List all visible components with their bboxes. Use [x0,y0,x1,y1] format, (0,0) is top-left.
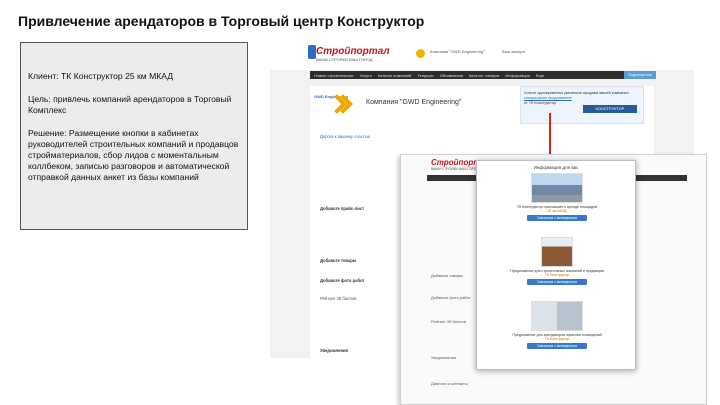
slide-title: Привлечение арендаторов в Торговый центр… [18,13,425,29]
site-logo-text: Стройпортал [316,46,390,57]
company-header: GWD Engineering Компания "GWD Engineerin… [310,86,510,124]
header-company[interactable]: Компания "GWD Engineering" [430,49,485,54]
logo-mark-icon [308,45,316,59]
office-image [531,301,583,331]
info-modal: Информация для вас ТК Конструктор пригла… [476,160,636,370]
ad-line: от ТК Конструктор [524,101,557,105]
mail-icon[interactable] [416,49,425,58]
offer-card: ТК Конструктор приглашает к аренде площа… [485,173,629,221]
mall-building-image [531,173,583,203]
photos-link[interactable]: Добавьте фото работ [320,278,365,283]
nav-item[interactable]: Каталог товаров [469,73,500,78]
site-header: Стройпортал ВАШИ СТРОЙКИ ВАШ ГОРОД Компа… [270,40,694,70]
client-text: Клиент: ТК Конструктор 25 км МКАД [28,71,174,81]
contact-manager-button[interactable]: Связаться с менеджером [527,215,587,221]
nav-item[interactable]: Тендеры [417,73,433,78]
pricelist-link[interactable]: Добавьте прайс-лист [320,206,364,211]
modal-title: Информация для вас [533,165,579,170]
nav-item[interactable]: Информация [505,73,530,78]
front-line[interactable]: Добавьте товары [431,273,463,278]
goods-link[interactable]: Добавьте товары [320,258,356,263]
nav-item[interactable]: Еще [536,73,544,78]
tk-ad-button[interactable]: КОНСТРУКТОР [583,105,637,113]
subscribe-button[interactable]: Подписаться [624,71,656,79]
info-box: Клиент: ТК Конструктор 25 км МКАД Цель: … [20,42,248,230]
header-user[interactable]: Ваш аккаунт [502,49,525,54]
front-line: Уведомления [431,355,457,360]
house-image [541,237,573,267]
offer-card: Предложение для строительных компаний и … [485,237,629,285]
company-logo-icon [330,92,346,114]
offer-card: Предложение для арендаторов офисных поме… [485,301,629,349]
nav-item[interactable]: Объявления [440,73,463,78]
site-logo-subtext: ВАШИ СТРОЙКИ ВАШ ГОРОД [316,57,373,62]
offer-subtext: ТК Конструктор [544,337,570,341]
site-logo[interactable]: Стройпортал ВАШИ СТРОЙКИ ВАШ ГОРОД [316,46,390,62]
ad-line: Хотите одновременно увеличить продажи ва… [524,91,629,95]
nav-item[interactable]: Каталог компаний [378,73,412,78]
company-name: Компания "GWD Engineering" [366,99,462,106]
ad-line[interactable]: специальное предложение [524,96,572,100]
tk-ad-banner[interactable]: Хотите одновременно увеличить продажи ва… [520,86,644,124]
rating-text: Рейтинг 35 баллов [320,296,357,301]
front-line[interactable]: Диалоги и контакты [431,381,468,386]
red-pointer-arrow [546,113,554,160]
goal-text: Цель: привлечь компаний арендаторов в То… [28,94,232,115]
offer-subtext: ТК Конструктор [544,273,570,277]
contact-manager-button[interactable]: Связаться с менеджером [527,279,587,285]
about-link[interactable]: Дорога к вашему счастью [320,134,370,139]
contact-manager-button[interactable]: Связаться с менеджером [527,343,587,349]
nav-item[interactable]: Новые строительные [314,73,354,78]
front-line[interactable]: Добавьте фото работ [431,295,471,300]
front-line: Рейтинг 35 баллов [431,319,466,324]
notices-heading: Уведомления [320,348,349,353]
nav-item[interactable]: Услуги [360,73,372,78]
offer-subtext: 25 км МКАД [547,209,567,213]
site-navbar: Новые строительные Услуги Каталог компан… [310,71,654,79]
solution-text: Решение: Размещение кнопки в кабинетах р… [28,128,239,182]
